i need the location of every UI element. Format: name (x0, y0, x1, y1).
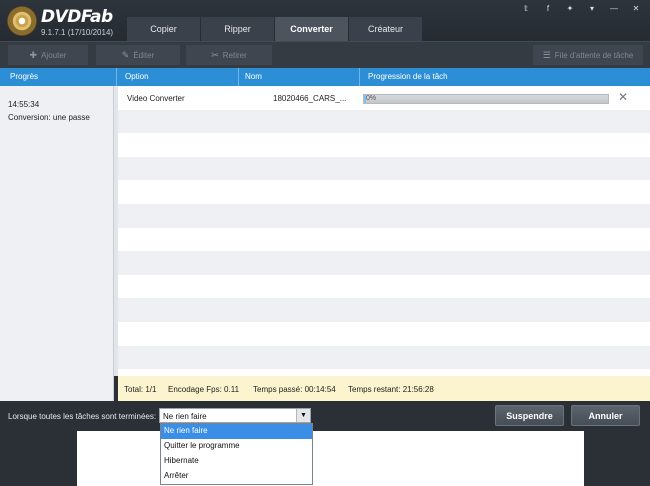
tab-createur[interactable]: Créateur (349, 17, 422, 41)
minimize-icon[interactable]: — (608, 4, 620, 13)
suspend-button[interactable]: Suspendre (495, 405, 564, 426)
table-row (118, 322, 650, 346)
background-panel (77, 431, 584, 486)
dvdfab-logo-icon (7, 6, 37, 36)
task-queue-button[interactable]: ☰ File d'attente de tâche (533, 45, 643, 65)
option-do-nothing[interactable]: Ne rien faire (161, 424, 312, 439)
table-row (118, 203, 650, 228)
column-divider (238, 68, 239, 86)
table-row (118, 251, 650, 275)
status-fps: Encodage Fps: 0.11 (168, 385, 240, 394)
task-progress-bar: 0% (363, 94, 609, 104)
dropdown-icon[interactable]: ▾ (586, 4, 598, 13)
column-divider (116, 68, 117, 86)
status-total: Total: 1/1 (124, 385, 157, 394)
table-row (118, 180, 650, 204)
tab-ripper[interactable]: Ripper (201, 17, 274, 41)
table-row (118, 275, 650, 299)
window-controls: 𝕥 f ✦ ▾ — ✕ (520, 4, 642, 13)
add-button[interactable]: ✚ Ajouter (8, 45, 88, 65)
dvdfab-window: DVDFab 9.1.7.1 (17/10/2014) Copier Rippe… (0, 0, 650, 486)
chevron-down-icon[interactable]: ▼ (296, 409, 310, 422)
header: DVDFab 9.1.7.1 (17/10/2014) Copier Rippe… (0, 0, 650, 41)
task-option: Video Converter (127, 94, 185, 103)
when-done-dropdown-list: Ne rien faire Quitter le programme Hiber… (160, 423, 313, 485)
option-hibernate[interactable]: Hibernate (161, 454, 312, 469)
scissors-icon: ✂ (211, 49, 219, 60)
cancel-button[interactable]: Annuler (571, 405, 640, 426)
tab-copier[interactable]: Copier (127, 17, 200, 41)
status-remaining: Temps restant: 21:56:28 (348, 385, 434, 394)
table-row (118, 228, 650, 252)
remove-button[interactable]: ✂ Retirer (186, 45, 272, 65)
table-row (118, 345, 650, 370)
table-row (118, 109, 650, 134)
edit-button-label: Éditer (133, 50, 155, 60)
toolbar: ✚ Ajouter ✎ Éditer ✂ Retirer ☰ File d'at… (0, 41, 650, 68)
twitter-icon[interactable]: 𝕥 (520, 4, 532, 13)
col-option: Option (125, 72, 149, 81)
when-done-select[interactable]: Ne rien faire ▼ (159, 408, 311, 423)
col-task-progress: Progression de la tâch (368, 72, 448, 81)
remove-button-label: Retirer (222, 50, 247, 60)
remove-task-icon[interactable]: ✕ (618, 90, 628, 104)
app-name: DVDFab (41, 7, 113, 27)
column-header: Progrès Option Nom Progression de la tâc… (0, 68, 650, 86)
tab-converter[interactable]: Converter (275, 17, 348, 41)
vk-icon[interactable]: ✦ (564, 4, 576, 13)
main-tabs: Copier Ripper Converter Créateur (127, 17, 423, 41)
edit-icon: ✎ (121, 49, 130, 60)
when-done-label: Lorsque toutes les tâches sont terminées… (8, 412, 157, 421)
col-progress: Progrès (10, 72, 39, 81)
edit-button[interactable]: ✎ Éditer (96, 45, 180, 65)
table-row (118, 369, 650, 376)
list-icon: ☰ (542, 49, 551, 60)
app-version: 9.1.7.1 (17/10/2014) (41, 28, 114, 37)
task-queue-label: File d'attente de tâche (554, 50, 634, 60)
option-quit-program[interactable]: Quitter le programme (161, 439, 312, 454)
table-row (118, 156, 650, 181)
plus-icon: ✚ (29, 49, 38, 60)
progress-panel: 14:55:34 Conversion: une passe (0, 86, 114, 401)
task-progress-text: 0% (366, 95, 377, 102)
close-icon[interactable]: ✕ (630, 4, 642, 13)
when-done-selected-value: Ne rien faire (163, 412, 207, 421)
conversion-mode: Conversion: une passe (8, 113, 90, 122)
table-row[interactable]: Video Converter 18020466_CARS_... 0% ✕ (118, 86, 650, 110)
option-shutdown[interactable]: Arrêter (161, 469, 312, 484)
task-name: 18020466_CARS_... (273, 94, 347, 103)
add-button-label: Ajouter (41, 50, 67, 60)
status-bar: Total: 1/1 Encodage Fps: 0.11 Temps pass… (118, 376, 650, 401)
facebook-icon[interactable]: f (542, 4, 554, 13)
start-time: 14:55:34 (8, 100, 40, 109)
status-elapsed: Temps passé: 00:14:54 (253, 385, 336, 394)
table-row (118, 133, 650, 157)
col-name: Nom (245, 72, 262, 81)
task-list: Video Converter 18020466_CARS_... 0% ✕ (118, 86, 650, 376)
table-row (118, 298, 650, 322)
column-divider (359, 68, 360, 86)
